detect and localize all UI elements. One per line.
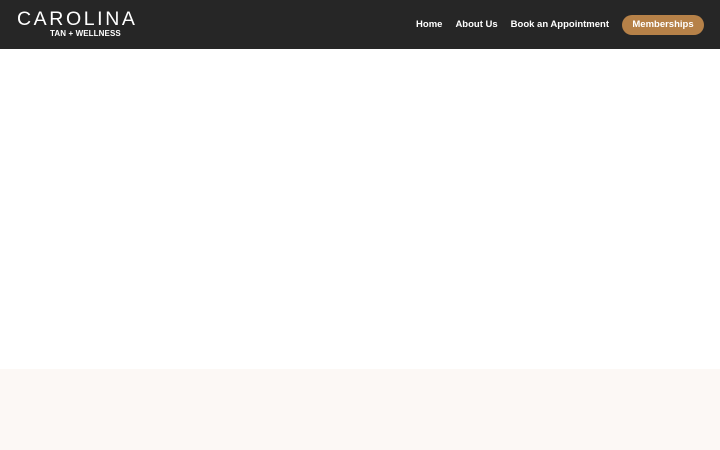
hero-section xyxy=(0,49,720,369)
memberships-button[interactable]: Memberships xyxy=(622,14,704,35)
nav-book-appointment-link[interactable]: Book an Appointment xyxy=(511,19,609,30)
nav-home-link[interactable]: Home xyxy=(416,19,442,30)
main-nav: Home About Us Book an Appointment Member… xyxy=(416,0,704,49)
site-header: CAROLINA TAN + WELLNESS Home About Us Bo… xyxy=(0,0,720,49)
cream-section xyxy=(0,369,720,450)
logo-subtitle: TAN + WELLNESS xyxy=(50,29,121,38)
logo[interactable]: CAROLINA TAN + WELLNESS xyxy=(17,9,141,39)
nav-about-us-link[interactable]: About Us xyxy=(455,19,497,30)
logo-title: CAROLINA xyxy=(17,8,138,30)
